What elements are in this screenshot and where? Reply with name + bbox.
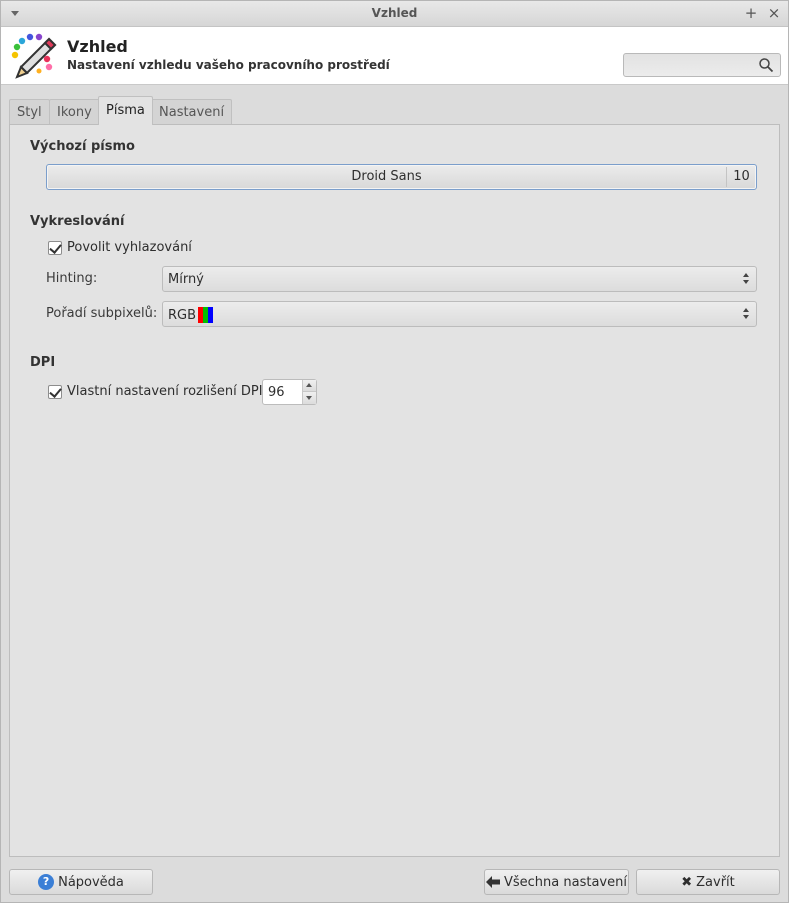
dpi-value: 96 [268,385,285,400]
hinting-label: Hinting: [46,271,98,286]
tab-settings[interactable]: Nastavení [151,99,233,125]
antialias-checkbox[interactable]: Povolit vyhlazování [48,240,192,255]
all-settings-label: Všechna nastavení [504,874,627,890]
swatch-blue [208,307,214,323]
appearance-window: Vzhled + × Vzhled Nastavení vzhledu vaše… [0,0,789,903]
tab-fonts[interactable]: Písma [98,96,153,125]
subpixel-value: RGB [168,307,197,323]
rendering-heading: Vykreslování [30,214,125,229]
close-icon[interactable]: × [765,4,783,22]
help-icon: ? [38,874,55,890]
font-size: 10 [726,167,756,187]
decrement-icon[interactable] [302,392,316,404]
help-label: Nápověda [58,874,124,890]
font-chooser-button[interactable]: Droid Sans 10 [46,164,757,190]
subpixel-value-wrap: RGB [168,307,214,323]
close-label: Zavřít [696,874,735,890]
search-icon[interactable] [758,57,774,73]
tab-style[interactable]: Styl [9,99,50,125]
custom-dpi-checkbox[interactable]: Vlastní nastavení rozlišení DPI: [48,384,267,399]
fonts-panel: Výchozí písmo Droid Sans 10 Vykreslování… [9,124,780,857]
window-title: Vzhled [371,6,418,20]
dpi-spinbutton[interactable]: 96 [262,379,317,405]
close-x-icon: ✖ [681,874,693,890]
palette-brush-icon [11,33,57,79]
antialias-check-box[interactable] [48,240,62,255]
custom-dpi-check-box[interactable] [48,384,62,399]
help-button[interactable]: ? Nápověda [9,869,153,895]
hinting-select[interactable]: Mírný [162,266,757,292]
subpixel-label: Pořadí subpixelů: [46,306,158,321]
header: Vzhled Nastavení vzhledu vašeho pracovní… [1,27,788,85]
increment-icon[interactable] [302,380,316,392]
updown-arrows-icon [742,307,750,321]
default-font-heading: Výchozí písmo [30,139,135,154]
search-input[interactable] [623,53,781,77]
header-subtitle: Nastavení vzhledu vašeho pracovního pros… [67,58,390,72]
updown-arrows-icon [742,272,750,286]
dpi-heading: DPI [30,355,56,370]
rgb-swatch-icon [198,307,214,323]
font-name: Droid Sans [351,169,422,184]
all-settings-button[interactable]: Všechna nastavení [484,869,629,895]
arrow-left-icon [486,876,500,888]
tab-icons[interactable]: Ikony [49,99,100,125]
title-bar: Vzhled + × [1,1,788,27]
subpixel-select[interactable]: RGB [162,301,757,327]
hinting-value: Mírný [168,272,204,287]
maximize-icon[interactable]: + [742,4,760,22]
close-button[interactable]: ✖ Zavřít [636,869,780,895]
header-title: Vzhled [67,37,128,56]
antialias-label: Povolit vyhlazování [67,240,192,255]
custom-dpi-label: Vlastní nastavení rozlišení DPI: [67,384,267,399]
